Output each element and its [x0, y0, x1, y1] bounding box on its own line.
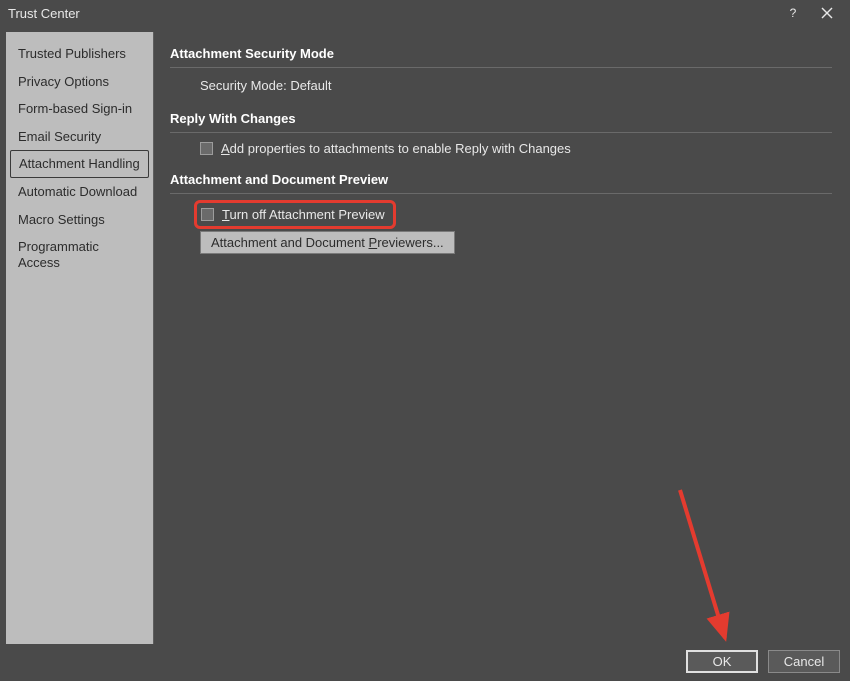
settings-panel: Attachment Security Mode Security Mode: … [154, 32, 844, 644]
turn-off-preview-highlight: Turn off Attachment Preview [194, 200, 396, 229]
sidebar-item-attachment-handling[interactable]: Attachment Handling [10, 150, 149, 178]
sidebar-item-macro-settings[interactable]: Macro Settings [6, 206, 153, 234]
sidebar-item-email-security[interactable]: Email Security [6, 123, 153, 151]
section-title-attachment-preview: Attachment and Document Preview [170, 172, 832, 194]
previewers-button[interactable]: Attachment and Document Previewers... [200, 231, 455, 254]
security-mode-value: Security Mode: Default [170, 68, 832, 103]
checkbox-icon[interactable] [201, 208, 214, 221]
section-title-reply-with-changes: Reply With Changes [170, 111, 832, 133]
add-properties-label: Add properties to attachments to enable … [221, 141, 571, 156]
sidebar-item-programmatic-access[interactable]: Programmatic Access [6, 233, 153, 276]
ok-button[interactable]: OK [686, 650, 758, 673]
checkbox-icon[interactable] [200, 142, 213, 155]
dialog-footer: OK Cancel [686, 650, 840, 673]
add-properties-checkbox-row[interactable]: Add properties to attachments to enable … [170, 133, 832, 164]
window-title: Trust Center [8, 6, 778, 21]
sidebar-item-form-based-sign-in[interactable]: Form-based Sign-in [6, 95, 153, 123]
category-sidebar: Trusted Publishers Privacy Options Form-… [6, 32, 154, 644]
cancel-button[interactable]: Cancel [768, 650, 840, 673]
turn-off-preview-label[interactable]: Turn off Attachment Preview [222, 207, 385, 222]
help-button[interactable]: ? [778, 0, 808, 26]
close-button[interactable] [812, 0, 842, 26]
section-title-attachment-security: Attachment Security Mode [170, 46, 832, 68]
sidebar-item-privacy-options[interactable]: Privacy Options [6, 68, 153, 96]
sidebar-item-automatic-download[interactable]: Automatic Download [6, 178, 153, 206]
sidebar-item-trusted-publishers[interactable]: Trusted Publishers [6, 40, 153, 68]
close-icon [821, 7, 833, 19]
